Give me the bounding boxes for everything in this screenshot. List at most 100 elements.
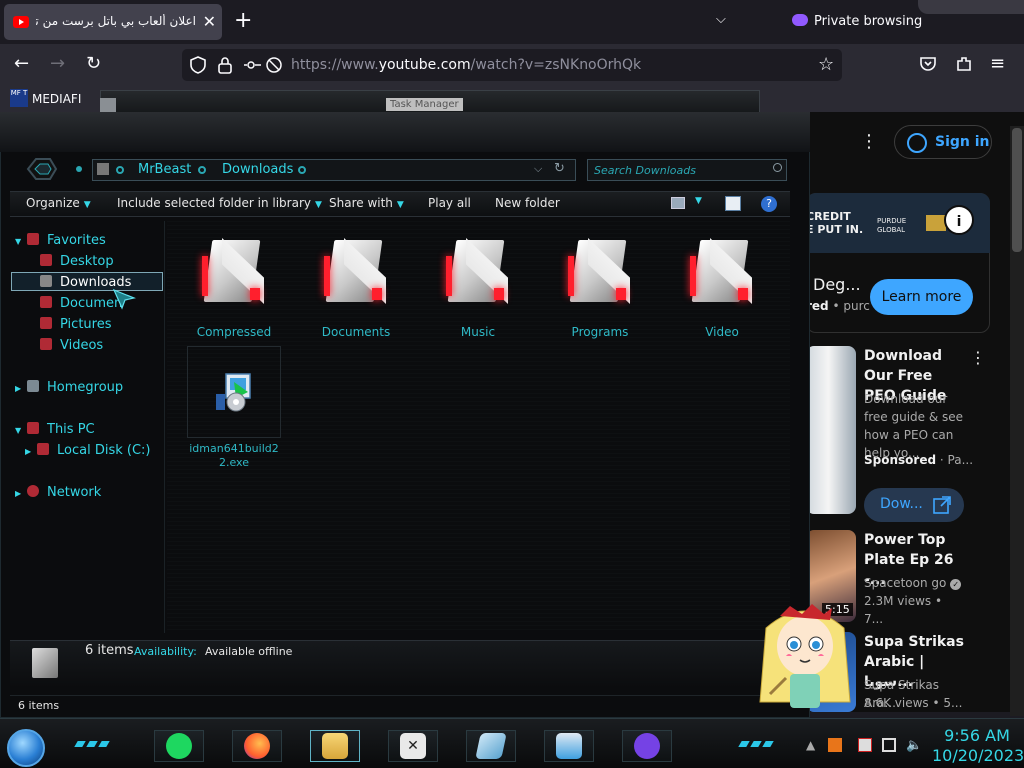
- nav-dot: [76, 166, 82, 172]
- url-path: /watch?v=zsNKnoOrhQk: [470, 57, 642, 73]
- learn-more-button[interactable]: Learn more: [870, 279, 973, 315]
- video-thumbnail[interactable]: [806, 346, 856, 514]
- explorer-title-bar[interactable]: [0, 112, 810, 152]
- play-all-button[interactable]: Play all: [428, 196, 471, 210]
- nav-local-disk[interactable]: ▶ Local Disk (C:): [25, 443, 150, 458]
- nav-this-pc[interactable]: ▼ This PC: [15, 422, 95, 437]
- availability-value: Available offline: [205, 645, 293, 658]
- folder-icon[interactable]: [198, 236, 268, 306]
- tray-app-icon[interactable]: [828, 738, 842, 752]
- sponsored-badge: Sponsored: [864, 453, 937, 467]
- nav-videos[interactable]: Videos: [40, 338, 103, 353]
- installer-taskbar-icon[interactable]: [556, 733, 582, 759]
- breadcrumb-separator: [116, 166, 124, 174]
- tab-bar-shade: [918, 0, 1024, 14]
- include-in-library-button[interactable]: Include selected folder in library ▼: [117, 196, 322, 210]
- sign-in-label: Sign in: [935, 134, 990, 150]
- pocket-icon[interactable]: [919, 55, 937, 73]
- url-text[interactable]: https://www.youtube.com/watch?v=zsNKnoOr…: [291, 57, 641, 73]
- forward-button[interactable]: →: [50, 52, 65, 76]
- folder-icon[interactable]: [442, 236, 512, 306]
- expand-icon: ▼: [15, 237, 22, 246]
- lock-icon[interactable]: [217, 56, 233, 74]
- video-menu-icon[interactable]: ⋮: [970, 348, 986, 367]
- organize-button[interactable]: Organize ▼: [26, 196, 91, 210]
- reload-button[interactable]: ↻: [86, 52, 101, 76]
- taskbar-clock[interactable]: 9:56 AM 10/20/2023: [932, 726, 1024, 766]
- nav-documents[interactable]: Documen: [40, 296, 122, 311]
- help-icon[interactable]: ?: [761, 196, 777, 212]
- file-name[interactable]: idman641build22.exe: [186, 442, 282, 470]
- folder-icon[interactable]: [320, 236, 390, 306]
- permissions-icon[interactable]: [243, 56, 283, 74]
- tray-flag-icon[interactable]: [858, 738, 872, 752]
- private-mask-icon: [792, 14, 808, 26]
- address-refresh-icon[interactable]: ↻: [554, 161, 565, 176]
- new-tab-button[interactable]: +: [234, 8, 252, 34]
- tracking-shield-icon[interactable]: [189, 56, 207, 74]
- nav-network[interactable]: ▶ Network: [15, 485, 101, 500]
- breadcrumb-separator: [198, 166, 206, 174]
- preview-pane-icon[interactable]: [725, 196, 741, 211]
- firefox-icon[interactable]: [244, 733, 270, 759]
- ad-headline[interactable]: Deg...: [813, 275, 861, 294]
- youtube-more-icon[interactable]: ⋮: [860, 131, 878, 152]
- bookmark-mediafire[interactable]: MEDIAFI: [32, 92, 81, 106]
- view-dropdown-icon[interactable]: ▼: [695, 196, 702, 206]
- availability-label: Availability:: [134, 645, 197, 658]
- back-button[interactable]: ←: [14, 52, 29, 76]
- desktop-icon: [40, 254, 52, 266]
- address-dropdown-icon[interactable]: ⌵: [534, 162, 542, 176]
- show-hidden-icons[interactable]: ▲: [806, 738, 820, 752]
- browser-tab-youtube[interactable]: اعلان ألعاب بي باتل برست من تيـ ✕: [4, 4, 222, 40]
- video-meta: 2.3M views • 7...: [864, 594, 943, 626]
- spotify-icon[interactable]: [166, 733, 192, 759]
- nav-desktop[interactable]: Desktop: [40, 254, 114, 269]
- folder-programs[interactable]: Programs: [545, 325, 655, 339]
- ad-advertiser-name: purc: [843, 299, 870, 313]
- list-all-tabs-button[interactable]: ⌵: [716, 12, 726, 27]
- star-butterfly-mascot: [759, 604, 851, 708]
- breadcrumb-mrbeast[interactable]: MrBeast: [138, 162, 191, 177]
- firefox-private-icon[interactable]: [634, 733, 660, 759]
- hxd-icon[interactable]: ✕: [400, 733, 426, 759]
- start-button[interactable]: [7, 729, 45, 767]
- folder-documents[interactable]: Documents: [301, 325, 411, 339]
- folder-icon[interactable]: [686, 236, 756, 306]
- pictures-icon: [40, 317, 52, 329]
- extensions-icon[interactable]: [955, 55, 973, 73]
- tab-close-icon[interactable]: ✕: [203, 12, 216, 31]
- clock-date: 10/20/2023: [932, 746, 1024, 765]
- folder-video[interactable]: Video: [667, 325, 777, 339]
- network-tray-icon[interactable]: [882, 738, 896, 752]
- ad-info-icon[interactable]: i: [944, 205, 974, 235]
- share-with-button[interactable]: Share with ▼: [329, 196, 404, 210]
- file-explorer-icon[interactable]: [322, 733, 348, 759]
- computer-icon: [27, 422, 39, 434]
- view-options-icon[interactable]: [671, 197, 685, 209]
- youtube-scrollbar-thumb[interactable]: [1012, 128, 1022, 252]
- mouse-cursor-icon: [112, 288, 136, 310]
- explorer-search-input[interactable]: Search Downloads: [587, 159, 787, 181]
- folder-music[interactable]: Music: [423, 325, 533, 339]
- folder-icon[interactable]: [564, 236, 634, 306]
- breadcrumb-downloads[interactable]: Downloads: [222, 162, 293, 177]
- download-cta-button[interactable]: Dow...: [864, 488, 964, 522]
- youtube-sign-in-button[interactable]: Sign in: [894, 125, 992, 159]
- nav-pictures[interactable]: Pictures: [40, 317, 111, 332]
- app-menu-icon[interactable]: ≡: [990, 52, 1005, 76]
- organize-label: Organize: [26, 196, 80, 210]
- nav-desktop-label: Desktop: [60, 254, 114, 269]
- back-forward-orb-icon[interactable]: [22, 156, 60, 182]
- nav-favorites[interactable]: ▼ Favorites: [15, 233, 106, 248]
- ad-brand-badge: [926, 215, 946, 231]
- folder-compressed[interactable]: Compressed: [179, 325, 289, 339]
- nav-homegroup[interactable]: ▶ Homegroup: [15, 380, 123, 395]
- volume-icon[interactable]: 🔈: [906, 738, 922, 753]
- video-meta: 8.6K views • 5...: [864, 696, 963, 710]
- homegroup-icon: [27, 380, 39, 392]
- installer-icon: [216, 373, 251, 412]
- new-folder-button[interactable]: New folder: [495, 196, 560, 210]
- bookmark-star-icon[interactable]: ☆: [818, 53, 834, 77]
- search-icon[interactable]: [773, 163, 782, 172]
